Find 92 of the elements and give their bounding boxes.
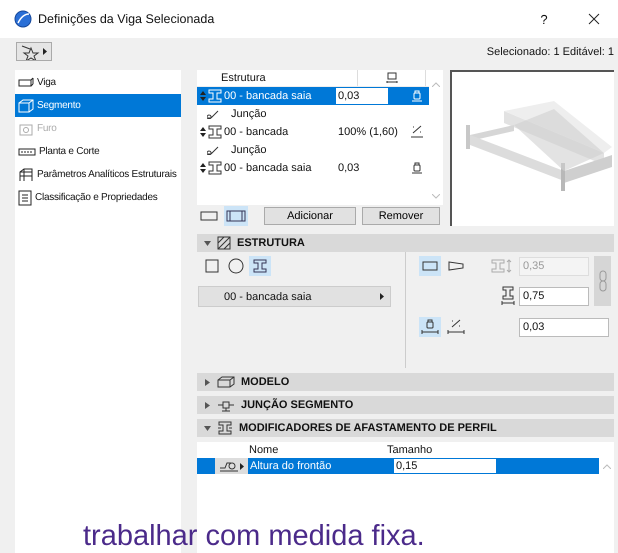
sort-icon bbox=[200, 91, 206, 101]
segment-row[interactable]: 00 - bancada saia 0,03 bbox=[197, 159, 429, 177]
panel-title: ESTRUTURA bbox=[237, 237, 305, 249]
offset-mode-toggle[interactable] bbox=[445, 317, 467, 337]
sort-icon bbox=[200, 127, 206, 137]
profile-offset-icon bbox=[217, 421, 233, 435]
view-toggle[interactable] bbox=[224, 206, 248, 226]
segment-value: 0,03 bbox=[337, 162, 360, 174]
profile-icon bbox=[252, 259, 268, 273]
square-icon bbox=[205, 259, 219, 273]
column-header: Estrutura bbox=[197, 70, 358, 86]
profile-dropdown[interactable]: 00 - bancada saia bbox=[198, 286, 391, 307]
segment-name: 00 - bancada saia bbox=[224, 162, 312, 174]
hatch-icon bbox=[217, 236, 231, 250]
modifier-type-button[interactable] bbox=[215, 458, 248, 474]
segment-row[interactable]: 00 - bancada 100% (1,60) bbox=[197, 123, 429, 141]
frame-icon bbox=[18, 168, 34, 182]
column-header: Nome bbox=[248, 444, 280, 456]
star-icon bbox=[21, 44, 41, 60]
segment-name: 00 - bancada saia bbox=[224, 90, 312, 102]
junction-label: Junção bbox=[231, 108, 266, 120]
percent-dimension-icon bbox=[410, 125, 424, 139]
selection-status: Selecionado: 1 Editável: 1 bbox=[486, 46, 614, 58]
add-button[interactable]: Adicionar bbox=[264, 207, 356, 225]
box-icon bbox=[217, 376, 235, 388]
sidebar-item[interactable]: Classificação e Propriedades bbox=[15, 186, 181, 209]
table-cell-text: Altura do frontão bbox=[249, 460, 332, 472]
remove-button[interactable]: Remover bbox=[362, 207, 440, 225]
profile-icon bbox=[207, 125, 223, 139]
beam-icon bbox=[18, 76, 34, 88]
circle-icon bbox=[228, 258, 244, 274]
caption: trabalhar com medida fixa. bbox=[83, 519, 425, 553]
lock-dimension-icon bbox=[421, 319, 439, 335]
junction-icon bbox=[207, 109, 219, 119]
segment-row[interactable]: 00 - bancada saia 0,03 bbox=[197, 87, 429, 105]
sidebar-item[interactable]: Planta e Corte bbox=[15, 140, 181, 163]
segmented-beam-icon bbox=[226, 210, 246, 222]
junction-label: Junção bbox=[231, 144, 266, 156]
rectangle-icon bbox=[422, 261, 438, 271]
height-field[interactable]: 0,75 bbox=[519, 286, 589, 306]
favorites-button[interactable] bbox=[16, 42, 52, 61]
modifier-icon bbox=[219, 460, 239, 472]
shape-toggle[interactable] bbox=[249, 256, 271, 276]
panel-title: MODIFICADORES DE AFASTAMENTO DE PERFIL bbox=[239, 422, 497, 434]
table-row[interactable]: Altura do frontão 0,15 bbox=[197, 458, 599, 474]
width-icon bbox=[386, 72, 398, 84]
offset-field[interactable]: 0,03 bbox=[519, 318, 609, 336]
expand-icon bbox=[204, 402, 210, 408]
scroll-up-icon bbox=[432, 82, 440, 87]
chain-icon bbox=[598, 270, 606, 292]
hole-icon bbox=[18, 122, 34, 136]
cube-icon bbox=[18, 98, 34, 112]
panel-header[interactable]: ESTRUTURA bbox=[197, 234, 614, 252]
expand-icon bbox=[204, 378, 210, 386]
column-header: Tamanho bbox=[387, 444, 432, 456]
document-icon bbox=[18, 190, 32, 206]
collapse-icon bbox=[204, 426, 210, 430]
segment-value: 100% (1,60) bbox=[337, 126, 399, 138]
panel-title: JUNÇÃO SEGMENTO bbox=[241, 399, 354, 411]
caret-icon bbox=[240, 462, 244, 470]
help-button[interactable]: ? bbox=[524, 12, 564, 26]
lock-dimension-icon bbox=[411, 89, 423, 103]
sidebar-item[interactable]: Segmento bbox=[15, 94, 181, 117]
sort-icon bbox=[200, 163, 206, 173]
junction-icon bbox=[207, 145, 219, 155]
panel-header[interactable]: MODIFICADORES DE AFASTAMENTO DE PERFIL bbox=[197, 419, 614, 437]
panel-header[interactable]: MODELO bbox=[197, 373, 614, 391]
caret-icon bbox=[43, 48, 47, 55]
app-logo-icon bbox=[14, 10, 32, 28]
sidebar-item[interactable]: Viga bbox=[15, 71, 181, 94]
segment-name: 00 - bancada bbox=[224, 126, 288, 138]
window-title: Definições da Viga Selecionada bbox=[38, 12, 216, 26]
sidebar-item[interactable]: Parâmetros Analíticos Estruturais bbox=[15, 163, 181, 186]
tapered-icon bbox=[448, 261, 464, 271]
profile-icon bbox=[207, 89, 223, 103]
panel-title: MODELO bbox=[241, 376, 290, 388]
collapse-icon bbox=[204, 240, 210, 246]
scroll-down-icon bbox=[432, 194, 440, 199]
plan-icon bbox=[18, 148, 36, 156]
rectangle-icon bbox=[200, 211, 218, 221]
value-field[interactable]: 0,15 bbox=[394, 459, 496, 473]
form-toggle[interactable] bbox=[419, 256, 441, 276]
close-icon bbox=[588, 13, 600, 25]
value-field[interactable]: 0,03 bbox=[336, 88, 388, 104]
caret-icon bbox=[380, 293, 384, 300]
scroll-up-icon bbox=[602, 464, 610, 469]
percent-dimension-icon bbox=[447, 319, 465, 335]
profile-icon bbox=[207, 161, 223, 175]
lock-dimension-icon bbox=[411, 161, 423, 175]
panel-header[interactable]: JUNÇÃO SEGMENTO bbox=[197, 396, 614, 414]
profile-height-icon bbox=[501, 286, 515, 306]
offset-mode-toggle[interactable] bbox=[419, 317, 441, 337]
